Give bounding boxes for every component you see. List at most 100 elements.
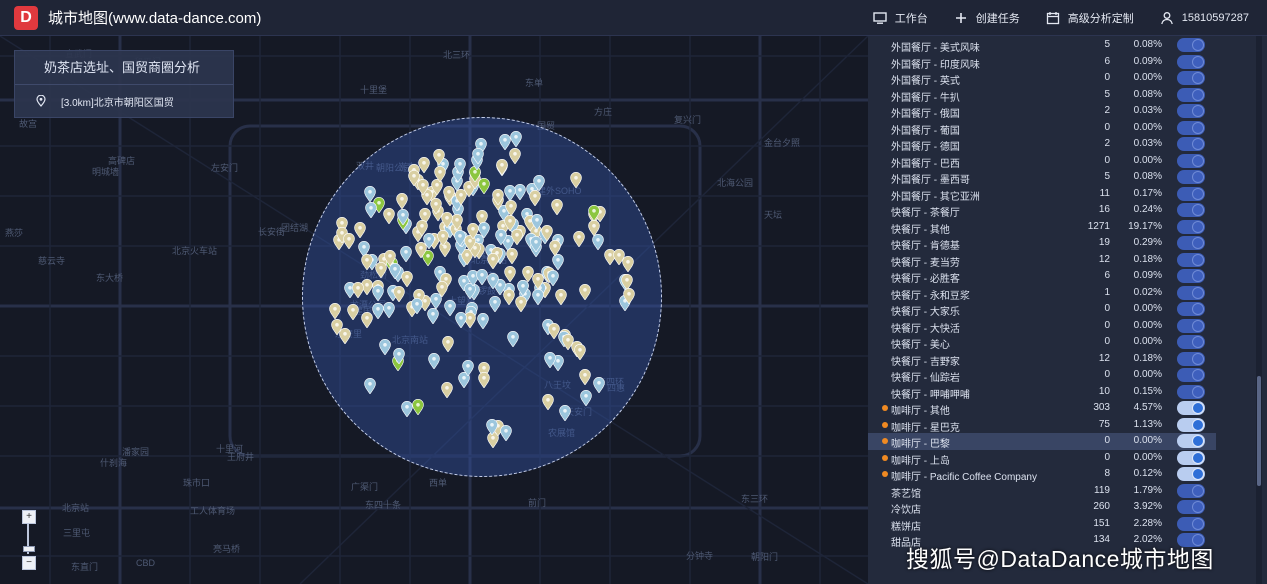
poi-marker-icon[interactable]	[533, 175, 546, 192]
poi-marker-icon[interactable]	[504, 200, 517, 217]
category-toggle[interactable]	[1177, 236, 1205, 250]
poi-marker-icon[interactable]	[365, 202, 377, 219]
poi-marker-icon[interactable]	[382, 207, 395, 224]
poi-marker-icon[interactable]	[496, 158, 509, 175]
table-row[interactable]: 外国餐厅 - 墨西哥 5 0.08%	[868, 169, 1228, 186]
poi-marker-icon[interactable]	[372, 285, 385, 301]
table-row[interactable]: 外国餐厅 - 葡国 0 0.00%	[868, 120, 1228, 137]
category-toggle[interactable]	[1177, 252, 1205, 267]
table-row[interactable]: 咖啡厅 - 其他 303 4.57%	[868, 400, 1228, 417]
nav-create-task[interactable]: 创建任务	[954, 10, 1020, 26]
table-row[interactable]: 咖啡厅 - 巴黎 0 0.00%	[868, 433, 1216, 450]
category-toggle[interactable]	[1177, 71, 1205, 85]
poi-marker-icon[interactable]	[613, 249, 625, 266]
category-toggle[interactable]	[1177, 302, 1205, 316]
poi-marker-icon[interactable]	[587, 204, 600, 221]
poi-marker-icon[interactable]	[574, 344, 587, 361]
table-row[interactable]: 咖啡厅 - Pacific Coffee Company 8 0.12%	[868, 466, 1228, 483]
table-row[interactable]: 外国餐厅 - 德国 2 0.03%	[868, 136, 1228, 153]
poi-marker-icon[interactable]	[440, 382, 453, 399]
poi-marker-icon[interactable]	[436, 230, 449, 247]
table-row[interactable]: 外国餐厅 - 俄国 2 0.03%	[868, 103, 1228, 120]
category-toggle[interactable]	[1177, 137, 1205, 151]
poi-marker-icon[interactable]	[510, 228, 523, 245]
poi-marker-icon[interactable]	[558, 404, 571, 421]
category-toggle[interactable]	[1177, 335, 1205, 349]
poi-marker-icon[interactable]	[506, 247, 519, 264]
poi-marker-icon[interactable]	[573, 230, 586, 247]
poi-marker-icon[interactable]	[531, 273, 544, 290]
poi-marker-icon[interactable]	[507, 330, 519, 347]
category-toggle[interactable]	[1177, 467, 1205, 481]
table-row[interactable]: 快餐厅 - 必胜客 6 0.09%	[868, 268, 1228, 285]
poi-marker-icon[interactable]	[461, 360, 474, 377]
category-toggle[interactable]	[1177, 38, 1205, 52]
category-toggle[interactable]	[1177, 351, 1205, 366]
poi-marker-icon[interactable]	[579, 390, 592, 406]
poi-marker-icon[interactable]	[393, 347, 405, 364]
table-row[interactable]: 快餐厅 - 美心 0 0.00%	[868, 334, 1228, 351]
table-row[interactable]: 咖啡厅 - 上岛 0 0.00%	[868, 450, 1228, 467]
poi-marker-icon[interactable]	[428, 352, 440, 369]
table-row[interactable]: 快餐厅 - 肯德基 19 0.29%	[868, 235, 1228, 252]
table-row[interactable]: 外国餐厅 - 印度风味 6 0.09%	[868, 54, 1228, 71]
nav-advanced-analysis[interactable]: 高级分析定制	[1046, 10, 1134, 26]
poi-marker-icon[interactable]	[415, 220, 428, 236]
poi-marker-icon[interactable]	[504, 184, 517, 201]
poi-marker-icon[interactable]	[352, 282, 365, 299]
poi-marker-icon[interactable]	[476, 313, 489, 329]
poi-marker-icon[interactable]	[517, 280, 530, 297]
table-row[interactable]: 快餐厅 - 麦当劳 12 0.18%	[868, 252, 1228, 269]
poi-marker-icon[interactable]	[486, 418, 498, 435]
poi-marker-icon[interactable]	[443, 185, 456, 202]
app-logo[interactable]: D	[14, 5, 38, 30]
table-row[interactable]: 茶艺馆 119 1.79%	[868, 483, 1228, 500]
poi-marker-icon[interactable]	[532, 288, 544, 305]
poi-marker-icon[interactable]	[554, 289, 567, 306]
poi-marker-icon[interactable]	[434, 165, 446, 182]
poi-marker-icon[interactable]	[393, 286, 406, 303]
poi-marker-icon[interactable]	[550, 199, 563, 216]
poi-marker-icon[interactable]	[504, 266, 517, 283]
poi-marker-icon[interactable]	[529, 190, 541, 207]
category-toggle[interactable]	[1177, 285, 1205, 300]
poi-marker-icon[interactable]	[353, 222, 366, 239]
table-row[interactable]: 快餐厅 - 永和豆浆 1 0.02%	[868, 285, 1228, 302]
poi-marker-icon[interactable]	[477, 177, 490, 194]
poi-marker-icon[interactable]	[579, 369, 591, 385]
category-toggle[interactable]	[1177, 269, 1205, 283]
poi-marker-icon[interactable]	[593, 376, 606, 393]
poi-marker-icon[interactable]	[548, 240, 561, 257]
poi-marker-icon[interactable]	[509, 148, 521, 165]
poi-marker-icon[interactable]	[530, 236, 543, 253]
poi-marker-icon[interactable]	[500, 425, 513, 442]
poi-marker-icon[interactable]	[441, 212, 454, 229]
zoom-slider-knob[interactable]	[23, 546, 35, 552]
poi-marker-icon[interactable]	[435, 281, 448, 298]
poi-marker-icon[interactable]	[488, 295, 501, 312]
poi-marker-icon[interactable]	[429, 198, 442, 215]
category-toggle[interactable]	[1177, 186, 1205, 201]
poi-marker-icon[interactable]	[363, 377, 376, 394]
poi-marker-icon[interactable]	[396, 208, 409, 225]
nav-workbench[interactable]: 工作台	[873, 10, 928, 26]
category-toggle[interactable]	[1177, 104, 1205, 118]
poi-marker-icon[interactable]	[431, 179, 443, 196]
poi-marker-icon[interactable]	[389, 263, 401, 280]
poi-marker-icon[interactable]	[412, 399, 424, 416]
table-row[interactable]: 外国餐厅 - 英式 0 0.00%	[868, 70, 1228, 87]
table-row[interactable]: 咖啡厅 - 星巴克 75 1.13%	[868, 417, 1228, 434]
poi-marker-icon[interactable]	[432, 148, 445, 165]
category-toggle[interactable]	[1177, 483, 1205, 498]
poi-marker-icon[interactable]	[544, 352, 556, 369]
poi-marker-icon[interactable]	[410, 297, 423, 314]
poi-marker-icon[interactable]	[542, 394, 555, 411]
table-row[interactable]: 外国餐厅 - 其它亚洲 11 0.17%	[868, 186, 1228, 203]
poi-marker-icon[interactable]	[476, 268, 488, 285]
scrollbar-thumb[interactable]	[1257, 376, 1261, 486]
category-toggle[interactable]	[1177, 500, 1205, 514]
table-row[interactable]: 糕饼店 151 2.28%	[868, 516, 1228, 533]
table-row[interactable]: 快餐厅 - 大快活 0 0.00%	[868, 318, 1228, 335]
category-toggle[interactable]	[1177, 153, 1205, 168]
category-toggle[interactable]	[1177, 450, 1205, 465]
